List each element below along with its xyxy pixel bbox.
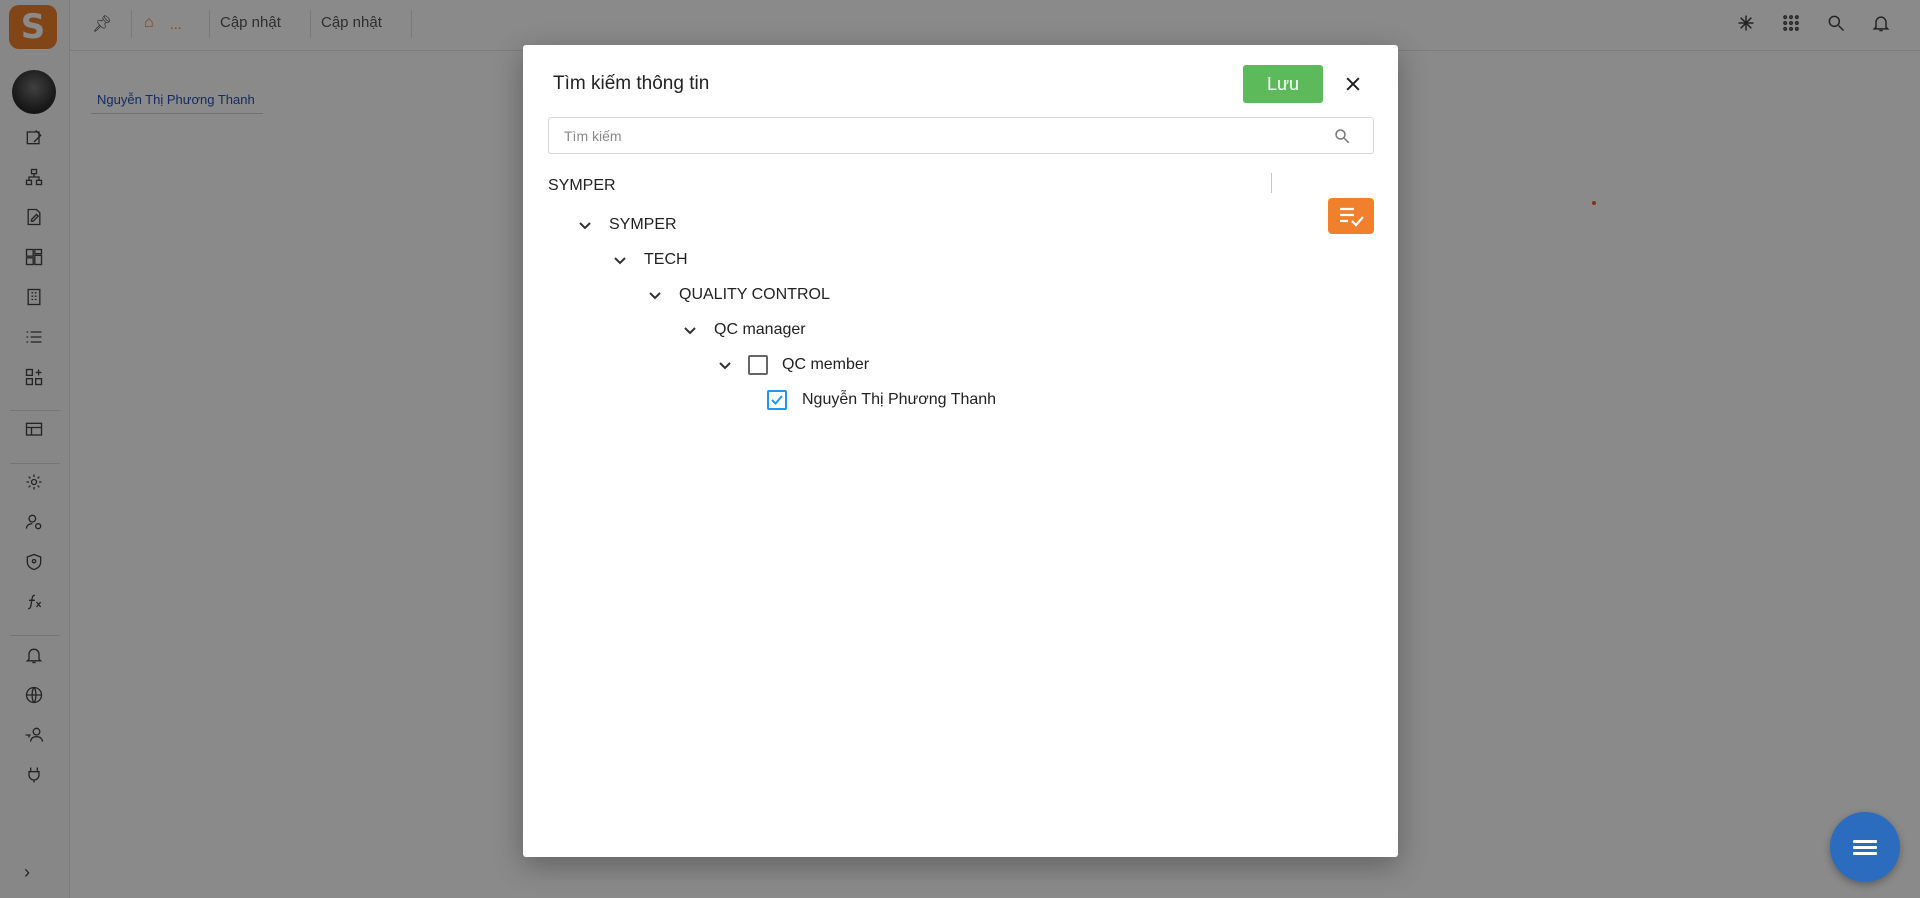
tree-node-label[interactable]: TECH [644,251,688,269]
close-icon[interactable] [1338,69,1368,99]
tree-node-quality-control: QUALITY CONTROL [645,281,830,309]
tree-node-label[interactable]: QC manager [714,321,806,339]
tree-node-label[interactable]: Nguyễn Thị Phương Thanh [802,391,996,409]
check-icon [771,395,783,405]
select-all-button[interactable] [1328,198,1374,234]
menu-fab-button[interactable] [1830,812,1900,882]
tree-node-qc-manager: QC manager [680,316,806,344]
checklist-icon [1340,207,1364,227]
tree-node-label[interactable]: QC member [782,356,869,374]
search-input[interactable] [549,118,1329,153]
tree-node-label[interactable]: SYMPER [609,216,677,234]
user-checkbox[interactable] [767,390,787,410]
save-button[interactable]: Lưu [1243,65,1323,103]
tree-node-qc-member: QC member [715,351,869,379]
chevron-down-icon[interactable] [610,250,630,270]
search-icon[interactable] [1333,127,1351,145]
tree-node-tech: TECH [610,246,688,274]
tree-node-label[interactable]: QUALITY CONTROL [679,286,830,304]
chevron-down-icon[interactable] [575,215,595,235]
vertical-divider [1271,173,1272,193]
chevron-down-icon[interactable] [680,320,700,340]
tree-node-symper: SYMPER [575,211,677,239]
menu-icon [1853,837,1877,858]
tree-root-label: SYMPER [548,177,616,194]
chevron-down-icon[interactable] [715,355,735,375]
dialog-title: Tìm kiếm thông tin [553,73,710,94]
qc-member-checkbox[interactable] [748,355,768,375]
search-info-dialog: Tìm kiếm thông tin Lưu SYMPER SYMPER TEC… [523,45,1398,857]
search-box [548,117,1374,154]
chevron-down-icon[interactable] [645,285,665,305]
tree-node-user: Nguyễn Thị Phương Thanh [767,386,996,414]
